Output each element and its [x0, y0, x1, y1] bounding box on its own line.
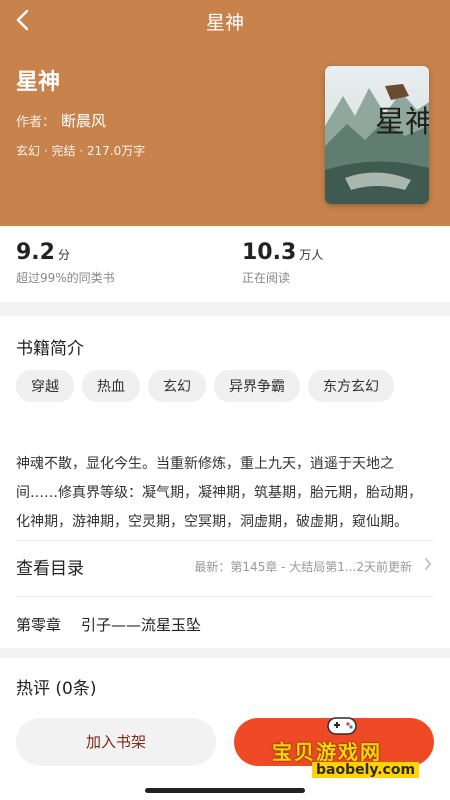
author-name[interactable]: 断晨风 [61, 112, 106, 130]
section-gap [0, 648, 450, 658]
hot-comments-heading: 热评 (0条) [16, 679, 97, 699]
score-subtext: 超过99%的同类书 [16, 271, 115, 285]
table-of-contents-row[interactable]: 查看目录 最新：第145章 - 大结局第1...2天前更新 [16, 548, 434, 584]
divider [16, 596, 434, 597]
tag-chip[interactable]: 玄幻 [148, 370, 206, 402]
readers-value: 10.3 [242, 240, 297, 265]
first-chapter-item[interactable]: 第零章 引子——流星玉坠 [16, 614, 201, 635]
score-unit: 分 [57, 248, 70, 262]
chevron-right-icon [425, 558, 431, 570]
latest-chapter-info: 最新：第145章 - 大结局第1...2天前更新 [194, 560, 412, 574]
watermark-text: 宝贝游戏网 [272, 740, 382, 764]
toc-label: 查看目录 [16, 559, 84, 579]
chapter-number: 第零章 [16, 616, 62, 634]
book-header: 星神 星神 作者： 断晨风 玄幻 · 完结 · 217.0万字 星神 [0, 0, 450, 226]
book-title: 星神 [16, 70, 61, 95]
intro-heading: 书籍简介 [16, 339, 84, 359]
gamepad-logo-icon [327, 717, 357, 735]
site-watermark: 宝贝游戏网 baobely.com [272, 712, 442, 778]
cover-title-text: 星神 [375, 105, 429, 140]
home-indicator [145, 788, 305, 793]
book-cover: 星神 [325, 66, 429, 204]
readers-unit: 万人 [299, 248, 324, 262]
intro-text: 神魂不散，显化今生。当重新修炼，重上九天，逍遥于天地之间……修真界等级：凝气期，… [16, 456, 422, 530]
divider [16, 540, 434, 541]
tag-list: 穿越 热血 玄幻 异界争霸 东方玄幻 [16, 370, 436, 410]
author-label: 作者： [16, 115, 56, 130]
top-bar: 星神 [0, 0, 450, 42]
score-value: 9.2 [16, 240, 55, 265]
tag-chip[interactable]: 东方玄幻 [308, 370, 394, 402]
chapter-title: 引子——流星玉坠 [81, 616, 202, 634]
tag-chip[interactable]: 异界争霸 [214, 370, 300, 402]
cover-illustration: 星神 [325, 66, 429, 204]
add-to-shelf-button[interactable]: 加入书架 [16, 718, 216, 766]
readers-subtext: 正在阅读 [242, 271, 291, 285]
section-gap [0, 302, 450, 316]
book-meta: 玄幻 · 完结 · 217.0万字 [16, 144, 146, 158]
watermark-url: baobely.com [312, 762, 420, 778]
author-row: 作者： 断晨风 [16, 110, 106, 131]
tag-chip[interactable]: 穿越 [16, 370, 74, 402]
stats-panel: 9.2 分 超过99%的同类书 10.3 万人 正在阅读 [0, 226, 450, 302]
tag-chip[interactable]: 热血 [82, 370, 140, 402]
readers-stat: 10.3 万人 正在阅读 [242, 240, 323, 286]
page-title: 星神 [205, 12, 244, 34]
score-stat: 9.2 分 超过99%的同类书 [16, 240, 115, 286]
